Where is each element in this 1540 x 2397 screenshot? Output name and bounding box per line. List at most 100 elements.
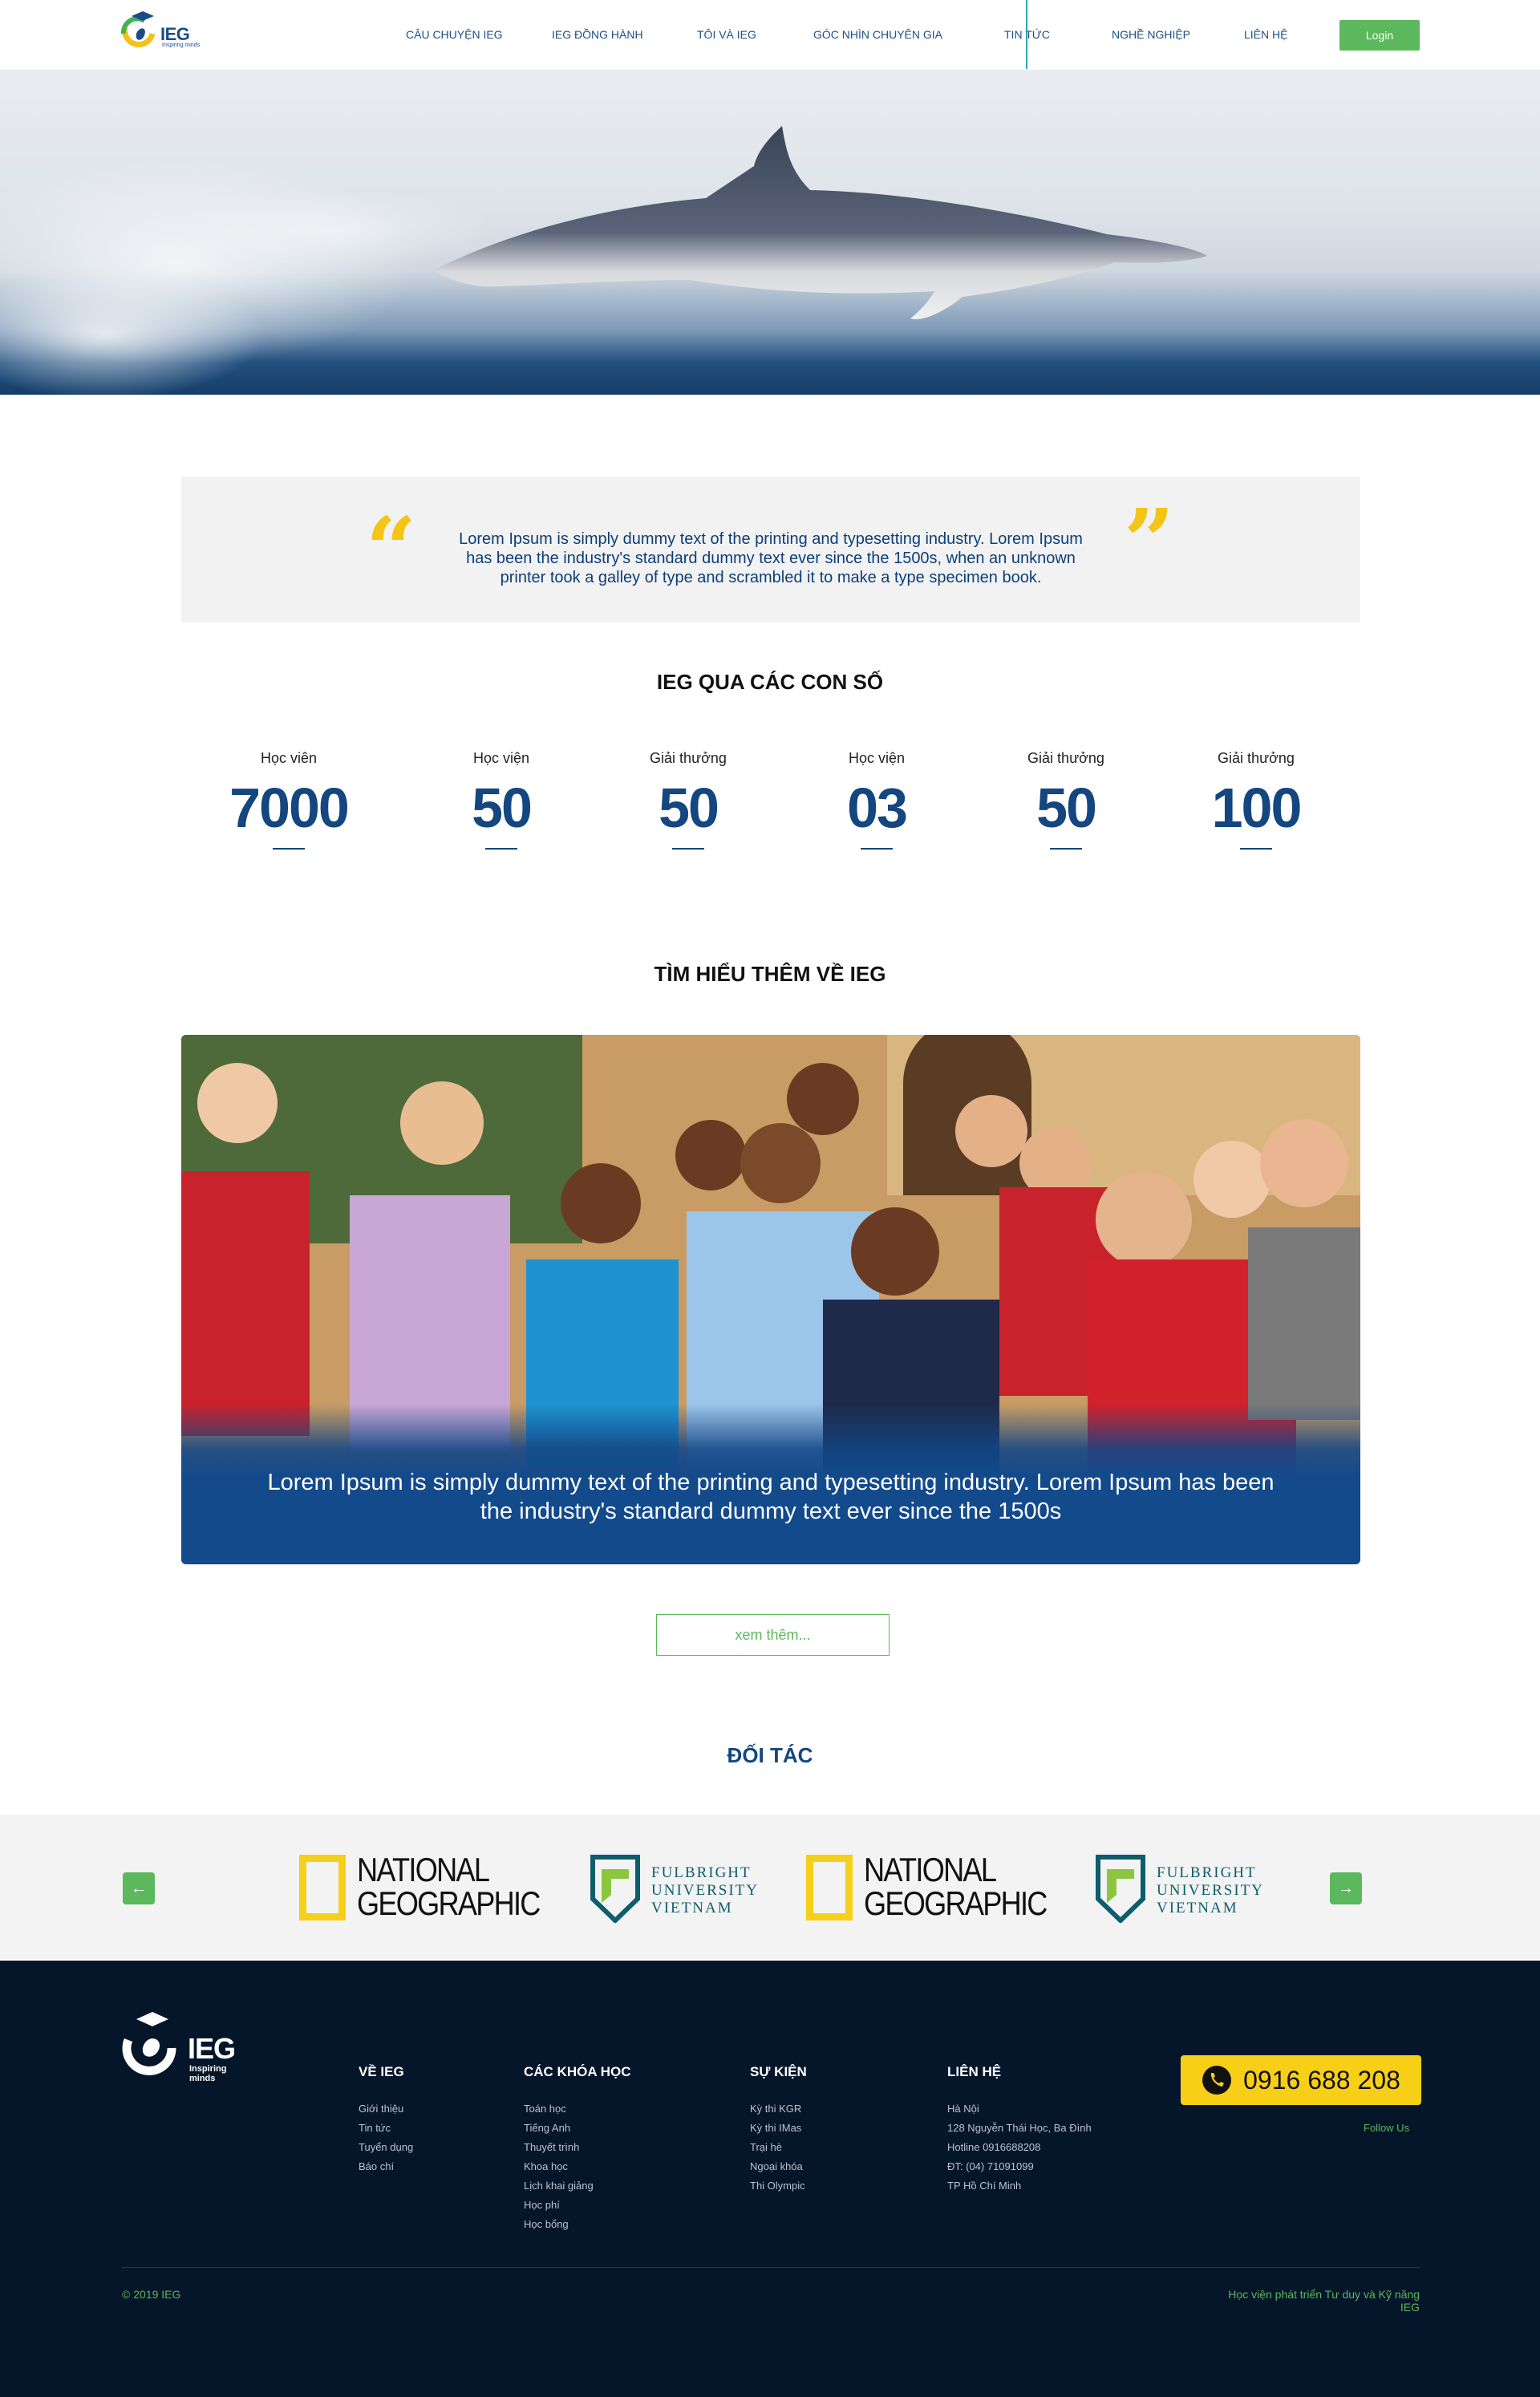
stat-underline xyxy=(1050,848,1082,850)
quote-text: Lorem Ipsum is simply dummy text of the … xyxy=(459,530,1083,586)
phone-icon xyxy=(1202,2066,1232,2095)
quote-block: “ ” Lorem Ipsum is simply dummy text of … xyxy=(181,477,1360,623)
natgeo-frame-icon xyxy=(299,1855,346,1920)
partner-logo-line: VIETNAM xyxy=(651,1900,733,1916)
stat-label: Giải thưởng xyxy=(650,750,727,766)
students-photo: Lorem Ipsum is simply dummy text of the … xyxy=(181,1035,1360,1564)
footer-link[interactable]: Thi Olympic xyxy=(750,2180,805,2192)
stat-item: Giải thưởng 50 xyxy=(970,750,1162,850)
arrow-right-icon: → xyxy=(1338,1879,1354,1897)
footer-link[interactable]: Giới thiệu xyxy=(359,2103,403,2115)
footer-contact-line: TP Hồ Chí Minh xyxy=(947,2180,1022,2192)
natgeo-frame-icon xyxy=(806,1855,853,1920)
footer-link[interactable]: Kỳ thi KGR xyxy=(750,2103,801,2115)
partner-logo-line: FULBRIGHT xyxy=(1157,1864,1257,1881)
stat-underline xyxy=(485,848,517,850)
ieg-logo[interactable]: IEG Inspiring minds xyxy=(120,10,201,58)
partner-logo-fulbright[interactable]: FULBRIGHT UNIVERSITY VIETNAM xyxy=(1096,1855,1280,1923)
dolphin-image xyxy=(0,126,1207,395)
partner-logo-line: GEOGRAPHIC xyxy=(357,1884,541,1922)
footer-link[interactable]: Tin tức xyxy=(359,2122,391,2134)
partner-logo-line: NATIONAL xyxy=(357,1851,490,1888)
site-header: IEG Inspiring minds CÂU CHUYỆN IEG IEG Đ… xyxy=(0,0,1540,70)
footer-logo[interactable]: IEG Inspiring minds xyxy=(122,2010,250,2083)
stats-title: IEG QUA CÁC CON SỐ xyxy=(656,670,884,694)
footer-logo-tagline: Inspiring minds xyxy=(189,2064,227,2083)
footer-link[interactable]: Ngoại khóa xyxy=(750,2160,803,2172)
carousel-prev-button[interactable]: ← xyxy=(123,1872,155,1904)
footer-contact-line: Hà Nội xyxy=(947,2103,979,2115)
footer-link[interactable]: Khoa học xyxy=(524,2160,568,2172)
nav-nghe-nghiep[interactable]: NGHỀ NGHIỆP xyxy=(1112,28,1190,41)
footer-contact-line: 128 Nguyễn Thái Học, Ba Đình xyxy=(947,2122,1092,2134)
about-title: TÌM HIỂU THÊM VỀ IEG xyxy=(654,962,886,986)
footer-link[interactable]: Toán học xyxy=(524,2103,566,2115)
nav-cau-chuyen-ieg[interactable]: CÂU CHUYỆN IEG xyxy=(406,28,503,41)
stat-underline xyxy=(672,848,704,850)
nav-toi-va-ieg[interactable]: TÔI VÀ IEG xyxy=(697,28,756,41)
partner-logo-line: FULBRIGHT xyxy=(651,1864,752,1881)
stat-underline xyxy=(1240,848,1272,850)
nav-goc-nhin-chuyen-gia[interactable]: GÓC NHÌN CHUYÊN GIA xyxy=(813,28,942,41)
stat-underline xyxy=(861,848,893,850)
footer-divider xyxy=(122,2267,1420,2268)
photo-caption: Lorem Ipsum is simply dummy text of the … xyxy=(267,1470,1275,1524)
footer-link[interactable]: Học phí xyxy=(524,2199,560,2211)
open-quote-icon: “ xyxy=(366,497,417,601)
footer-slogan: Học viện phát triển Tư duy và Kỹ năng IE… xyxy=(1228,2288,1420,2314)
stat-value: 03 xyxy=(847,777,908,839)
footer-link[interactable]: Tuyển dụng xyxy=(359,2141,413,2153)
stat-value: 50 xyxy=(472,777,533,839)
carousel-next-button[interactable]: → xyxy=(1330,1872,1362,1904)
partner-logo-line: UNIVERSITY xyxy=(651,1882,759,1899)
footer-link[interactable]: Kỳ thi IMas xyxy=(750,2122,801,2134)
fulbright-shield-icon xyxy=(590,1855,640,1923)
partner-logo-line: VIETNAM xyxy=(1157,1900,1238,1916)
nav-lien-he[interactable]: LIÊN HỆ xyxy=(1244,28,1287,41)
footer-link[interactable]: Lịch khai giảng xyxy=(524,2180,594,2192)
login-button[interactable]: Login xyxy=(1339,20,1420,51)
partners-carousel: ← → NATIONAL GEOGRAPHIC FULBRIGHT UNIVER… xyxy=(0,1815,1540,1959)
footer-link[interactable]: Trại hè xyxy=(750,2141,782,2153)
footer-link[interactable]: Học bổng xyxy=(524,2218,569,2230)
partner-logo-national-geographic[interactable]: NATIONAL GEOGRAPHIC xyxy=(806,1851,1048,1922)
stat-value: 50 xyxy=(659,777,719,839)
stat-value: 100 xyxy=(1211,777,1303,839)
footer-contact-line[interactable]: ĐT: (04) 71091099 xyxy=(947,2160,1034,2172)
stat-label: Học viện xyxy=(848,750,906,766)
footer-contact-line[interactable]: Hotline 0916688208 xyxy=(947,2141,1040,2153)
arrow-left-icon: ← xyxy=(131,1879,147,1897)
partner-logo-line: UNIVERSITY xyxy=(1157,1882,1264,1899)
partners-title: ĐỐI TÁC xyxy=(727,1743,813,1767)
partner-logo-national-geographic[interactable]: NATIONAL GEOGRAPHIC xyxy=(299,1851,541,1922)
stat-item: Học viện 50 xyxy=(405,750,598,850)
partner-logo-line: NATIONAL xyxy=(864,1851,997,1888)
ieg-logo-icon xyxy=(120,11,156,47)
footer-col-title-ve-ieg: VỀ IEG xyxy=(359,2064,404,2079)
stat-item: Giải thưởng 50 xyxy=(592,750,784,850)
footer-link[interactable]: Tiếng Anh xyxy=(524,2122,570,2134)
ieg-logo-icon xyxy=(122,2012,176,2075)
nav-ieg-dong-hanh[interactable]: IEG ĐỒNG HÀNH xyxy=(552,28,643,41)
copyright-text: © 2019 IEG xyxy=(122,2288,181,2301)
hero-banner xyxy=(0,70,1540,395)
footer-link[interactable]: Báo chí xyxy=(359,2160,394,2172)
close-quote-icon: ” xyxy=(1124,489,1175,593)
stat-underline xyxy=(273,848,305,850)
hotline-button[interactable]: 0916 688 208 xyxy=(1181,2055,1421,2105)
footer-col-title-lien-he: LIÊN HỆ xyxy=(947,2064,1002,2079)
stat-item: Học viện 03 xyxy=(780,750,973,850)
stat-value: 7000 xyxy=(229,777,350,839)
footer-col-title-su-kien: SỰ KIỆN xyxy=(750,2064,807,2079)
footer-logo-text: IEG xyxy=(188,2032,236,2065)
see-more-button[interactable]: xem thêm... xyxy=(656,1614,890,1656)
stat-label: Giải thưởng xyxy=(1027,750,1104,766)
follow-us-link[interactable]: Follow Us xyxy=(1364,2122,1409,2134)
footer-link[interactable]: Thuyết trình xyxy=(524,2141,579,2153)
partner-logo-fulbright[interactable]: FULBRIGHT UNIVERSITY VIETNAM xyxy=(590,1855,775,1923)
stat-label: Học viện xyxy=(472,750,530,766)
logo-tagline: Inspiring minds xyxy=(162,43,201,48)
stat-item: Giải thưởng 100 xyxy=(1160,750,1352,850)
hotline-number: 0916 688 208 xyxy=(1243,2065,1400,2095)
partner-logo-line: GEOGRAPHIC xyxy=(864,1884,1048,1922)
